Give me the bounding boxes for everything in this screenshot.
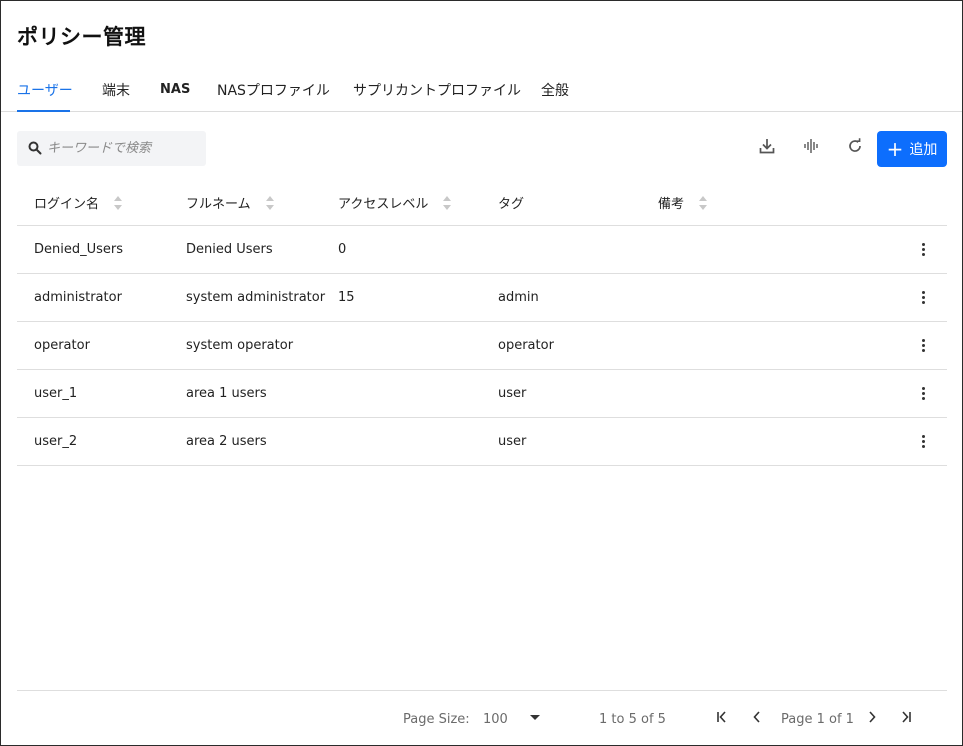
next-page-button[interactable] xyxy=(864,709,880,725)
row-menu-icon[interactable] xyxy=(914,287,932,307)
column-header-fullname[interactable]: フルネーム xyxy=(186,193,275,212)
table-row[interactable]: user_1 area 1 users user xyxy=(17,370,947,418)
cell-access-level: 15 xyxy=(338,290,355,305)
sort-icon xyxy=(114,195,123,210)
add-button[interactable]: + 追加 xyxy=(877,131,947,167)
table-row[interactable]: operator system operator operator xyxy=(17,322,947,370)
tab-terminals[interactable]: 端末 xyxy=(102,80,130,100)
prev-page-button[interactable] xyxy=(749,709,765,725)
download-button[interactable] xyxy=(756,137,778,159)
row-menu-icon[interactable] xyxy=(914,239,932,259)
cell-fullname: Denied Users xyxy=(186,242,273,257)
first-page-button[interactable] xyxy=(714,709,730,725)
chevron-right-icon xyxy=(869,711,876,723)
search-input[interactable] xyxy=(47,131,202,166)
sort-icon xyxy=(443,195,452,210)
row-range-text: 1 to 5 of 5 xyxy=(599,712,666,727)
refresh-icon xyxy=(847,138,863,158)
column-header-access-level[interactable]: アクセスレベル xyxy=(338,193,452,212)
cell-fullname: system administrator xyxy=(186,290,326,305)
cell-tag: user xyxy=(498,434,527,449)
cell-fullname: system operator xyxy=(186,338,294,353)
download-icon xyxy=(758,137,776,159)
table-row[interactable]: administrator system administrator 15 ad… xyxy=(17,274,947,322)
table-header: ログイン名 フルネーム アクセスレベル タグ 備考 xyxy=(17,177,947,226)
page-indicator: Page 1 of 1 xyxy=(781,712,854,727)
row-menu-icon[interactable] xyxy=(914,383,932,403)
tab-users[interactable]: ユーザー xyxy=(17,80,73,100)
column-header-tag[interactable]: タグ xyxy=(498,193,524,212)
cell-tag: user xyxy=(498,386,527,401)
tab-general[interactable]: 全般 xyxy=(541,80,569,100)
plus-icon: + xyxy=(886,137,904,161)
row-menu-icon[interactable] xyxy=(914,335,932,355)
cell-fullname: area 1 users xyxy=(186,386,267,401)
sort-icon xyxy=(265,195,274,210)
pagination-bar: Page Size: 100 1 to 5 of 5 Page 1 of 1 xyxy=(17,690,947,746)
search-icon xyxy=(27,140,43,156)
chevron-left-icon xyxy=(753,711,760,723)
page-size-label: Page Size: xyxy=(403,712,470,727)
cell-tag: admin xyxy=(498,290,539,305)
table-row[interactable]: user_2 area 2 users user xyxy=(17,418,947,466)
add-button-label: 追加 xyxy=(909,142,938,158)
waveform-button[interactable] xyxy=(800,137,822,159)
waveform-icon xyxy=(802,137,820,159)
page-title: ポリシー管理 xyxy=(17,25,146,49)
cell-login: user_2 xyxy=(34,434,78,449)
last-page-button[interactable] xyxy=(898,709,914,725)
chevron-down-icon[interactable] xyxy=(530,715,540,720)
cell-login: user_1 xyxy=(34,386,78,401)
column-header-login[interactable]: ログイン名 xyxy=(34,193,123,212)
cell-tag: operator xyxy=(498,338,554,353)
sort-icon xyxy=(699,195,708,210)
users-table: ログイン名 フルネーム アクセスレベル タグ 備考 Denied_Users D… xyxy=(17,177,947,466)
last-page-icon xyxy=(902,711,911,723)
cell-login: administrator xyxy=(34,290,122,305)
first-page-icon xyxy=(717,711,726,723)
cell-login: Denied_Users xyxy=(34,242,124,257)
page-size-select[interactable]: 100 xyxy=(483,712,508,727)
row-menu-icon[interactable] xyxy=(914,431,932,451)
column-header-note[interactable]: 備考 xyxy=(658,193,708,212)
cell-login: operator xyxy=(34,338,90,353)
tab-nas-profile[interactable]: NASプロファイル xyxy=(217,80,330,100)
refresh-button[interactable] xyxy=(844,137,866,159)
tab-nas[interactable]: NAS xyxy=(160,82,190,97)
tab-bar: ユーザー 端末 NAS NASプロファイル サプリカントプロファイル 全般 xyxy=(1,65,962,112)
cell-access-level: 0 xyxy=(338,242,347,257)
active-tab-indicator xyxy=(17,110,70,112)
app-window: ポリシー管理 ユーザー 端末 NAS NASプロファイル サプリカントプロファイ… xyxy=(0,0,963,746)
cell-fullname: area 2 users xyxy=(186,434,267,449)
search-box xyxy=(17,131,206,166)
tab-supplicant-profile[interactable]: サプリカントプロファイル xyxy=(353,80,521,100)
table-row[interactable]: Denied_Users Denied Users 0 xyxy=(17,226,947,274)
